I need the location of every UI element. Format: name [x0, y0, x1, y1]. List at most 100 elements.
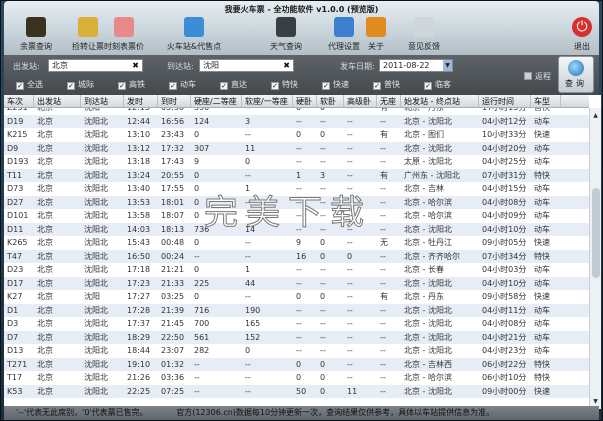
toolbar-button-7[interactable]: 意见反馈	[396, 17, 452, 52]
type-checkbox[interactable]: ✓ 临客	[424, 79, 451, 90]
type-checkbox[interactable]: ✓ 城际	[67, 79, 94, 90]
table-cell: 0	[320, 386, 326, 396]
type-checkbox[interactable]: ✓ 动车	[169, 79, 196, 90]
table-row[interactable]: K215 北京 沈阳北 13:10 23:43 0 -- 0 0 -- 有 北京 - 图们 10小时33…	[4, 128, 589, 142]
table-row[interactable]: D9 北京 沈阳北 13:12 17:32 307 11 -- -- -- -- 北京 - 沈阳北 04…	[4, 141, 589, 155]
table-row[interactable]: D7 北京 沈阳北 18:29 22:50 561 152 -- -- -- -- 北京 - 沈阳北 0…	[4, 330, 589, 344]
table-cell: 沈阳北	[84, 238, 108, 247]
table-cell: --	[245, 359, 251, 369]
chevron-down-icon[interactable]: ▼	[443, 60, 452, 71]
table-row[interactable]: D13 北京 沈阳北 18:44 23:07 282 0 -- -- -- -- 北京 - 沈阳北 04…	[4, 344, 589, 358]
table-row[interactable]: D73 北京 沈阳北 13:40 17:55 0 1 -- -- -- -- 北京 - 吉林 04小时1…	[4, 182, 589, 196]
table-row[interactable]: T271 北京 沈阳北 19:10 01:32 -- -- 0 0 -- -- 北京 - 吉林西 06小…	[4, 357, 589, 371]
table-row[interactable]: K27 北京 沈阳 17:27 03:25 0 -- 0 0 -- 有 北京 - 丹东 09小时58分快…	[4, 290, 589, 304]
date-picker[interactable]: 2011-08-22 ▼	[379, 59, 453, 72]
timetable-icon	[114, 17, 134, 37]
table-cell: 0	[296, 373, 302, 382]
type-checkbox[interactable]: ✓ 普快	[373, 79, 400, 90]
table-cell: --	[296, 197, 302, 207]
table-cell: 北京	[37, 386, 53, 396]
table-row[interactable]: D19 北京 沈阳北 12:44 16:56 124 3 -- -- -- -- 北京 - 沈阳北 04…	[4, 114, 589, 128]
table-row[interactable]: D11 北京 沈阳北 14:03 18:13 736 14 -- -- -- -- 北京 - 沈阳北 0…	[4, 222, 589, 236]
column-header[interactable]: 始发站 - 终点站	[401, 95, 479, 107]
column-header[interactable]: 高级卧	[344, 95, 377, 107]
column-header[interactable]: 无座	[377, 95, 401, 107]
table-row[interactable]: D3 北京 沈阳北 17:37 21:45 700 165 -- -- -- -- 北京 - 沈阳北 0…	[4, 317, 589, 331]
toolbar-button-2[interactable]: 时刻表票价	[96, 17, 152, 52]
table-cell: --	[245, 251, 251, 261]
table-cell: --	[347, 211, 353, 220]
clear-icon[interactable]: ✖	[283, 60, 290, 71]
table-cell: 北京	[37, 143, 53, 153]
table-row[interactable]: T11 北京 沈阳北 13:24 20:55 0 -- 1 3 -- 有 广州东 - 沈阳北 07小时3…	[4, 168, 589, 182]
table-cell: 17:18	[127, 265, 151, 274]
table-cell: --	[347, 332, 353, 342]
table-cell: K215	[7, 130, 28, 139]
return-checkbox[interactable]: 返程	[524, 71, 551, 82]
table-row[interactable]: D193 北京 沈阳北 13:18 17:43 9 0 -- -- -- -- 太原 - 沈阳北 04小…	[4, 155, 589, 169]
table-cell: --	[347, 373, 353, 382]
date-value: 2011-08-22	[383, 61, 430, 70]
query-button[interactable]: 查询	[558, 56, 594, 93]
table-cell: 0	[194, 170, 200, 180]
table-cell: 北京	[37, 116, 53, 126]
checkbox-label: 直达	[231, 80, 247, 89]
to-station-input[interactable]: 沈阳 ✖	[199, 59, 294, 72]
column-header[interactable]: 发时	[124, 95, 158, 107]
table-cell: 700	[194, 319, 210, 328]
table-cell: D23	[7, 265, 24, 274]
column-header[interactable]: 软座/一等座	[242, 95, 293, 107]
toolbar-button-0[interactable]: 余票查询	[8, 17, 64, 52]
table-row[interactable]: K265 北京 沈阳北 15:43 00:48 0 -- 9 0 -- 无 北京 - 牡丹江 09小时0…	[4, 236, 589, 250]
column-header[interactable]: 到时	[158, 95, 191, 107]
scroll-up-icon[interactable]: ▲	[590, 110, 601, 121]
table-cell: 北京	[37, 211, 53, 220]
table-cell: 9	[296, 238, 302, 247]
scrollbar[interactable]: ▲ ▼	[589, 108, 601, 409]
table-cell: 04小时03分	[482, 265, 527, 274]
column-header[interactable]: 硬座/二等座	[191, 95, 242, 107]
table-row[interactable]: D27 北京 沈阳北 13:53 18:01 0 -- -- -- -- -- 北京 - 哈尔滨 04小…	[4, 195, 589, 209]
table-row[interactable]: D23 北京 沈阳北 17:18 21:21 0 1 -- -- -- -- 北京 - 长春 04小时0…	[4, 263, 589, 277]
table-cell: 北京 - 哈尔滨	[404, 197, 452, 207]
column-header[interactable]: 硬卧	[293, 95, 317, 107]
type-checkbox[interactable]: ✓ 快速	[322, 79, 349, 90]
table-cell: 北京 - 牡丹江	[404, 238, 452, 247]
table-cell: 沈阳北	[84, 130, 108, 139]
type-checkbox[interactable]: ✓ 直达	[220, 79, 247, 90]
type-checkbox[interactable]: ✓ 高铁	[118, 79, 145, 90]
column-header[interactable]: 车型	[531, 95, 561, 107]
column-header[interactable]: 车次	[4, 95, 34, 107]
table-cell: 沈阳北	[84, 143, 108, 153]
toolbar-button-8[interactable]: ⏻ 退出	[554, 17, 603, 52]
table-cell: 沈阳北	[84, 305, 108, 315]
table-row[interactable]: T47 北京 沈阳北 16:50 00:24 -- -- 16 0 0 -- 北京 - 齐齐哈尔 07小…	[4, 249, 589, 263]
table-cell: 3	[320, 170, 326, 180]
check-icon: ✓	[16, 82, 24, 90]
table-cell: 17:27	[127, 292, 151, 301]
checkbox-label: 动车	[180, 80, 196, 89]
column-header[interactable]: 运行时间	[479, 95, 531, 107]
table-cell: --	[320, 305, 326, 315]
table-cell: 18:01	[161, 197, 185, 207]
toolbar-button-4[interactable]: 天气查询	[258, 17, 314, 52]
column-header[interactable]: 出发站	[34, 95, 81, 107]
from-station-value: 北京	[52, 61, 68, 70]
table-cell: --	[347, 197, 353, 207]
type-checkbox[interactable]: ✓ 全选	[16, 79, 43, 90]
clear-icon[interactable]: ✖	[132, 60, 139, 71]
scroll-thumb[interactable]	[592, 188, 600, 278]
toolbar-button-3[interactable]: 火车站&代售点	[166, 17, 222, 52]
table-row[interactable]: K53 北京 沈阳北 22:25 07:25 -- -- 50 0 11 -- 北京 - 沈阳北 09小…	[4, 384, 589, 398]
from-station-input[interactable]: 北京 ✖	[48, 59, 143, 72]
column-header[interactable]: 到达站	[81, 95, 124, 107]
table-cell: 北京	[37, 265, 53, 274]
table-row[interactable]: D17 北京 沈阳北 17:23 21:33 225 44 -- -- -- -- 北京 - 沈阳北 0…	[4, 276, 589, 290]
table-cell: D73	[7, 184, 24, 193]
table-row[interactable]: D1 北京 沈阳北 17:28 21:39 716 190 -- -- -- -- 北京 - 沈阳北 0…	[4, 303, 589, 317]
table-row[interactable]: D101 北京 沈阳北 13:58 18:07 0 -- -- -- -- -- 北京 - 哈尔滨 04…	[4, 209, 589, 223]
table-cell: --	[380, 319, 386, 328]
table-row[interactable]: T17 北京 沈阳北 21:26 03:36 -- -- 0 0 -- -- 北京 - 哈尔滨 06小时…	[4, 371, 589, 385]
type-checkbox[interactable]: ✓ 特快	[271, 79, 298, 90]
column-header[interactable]: 软卧	[317, 95, 344, 107]
